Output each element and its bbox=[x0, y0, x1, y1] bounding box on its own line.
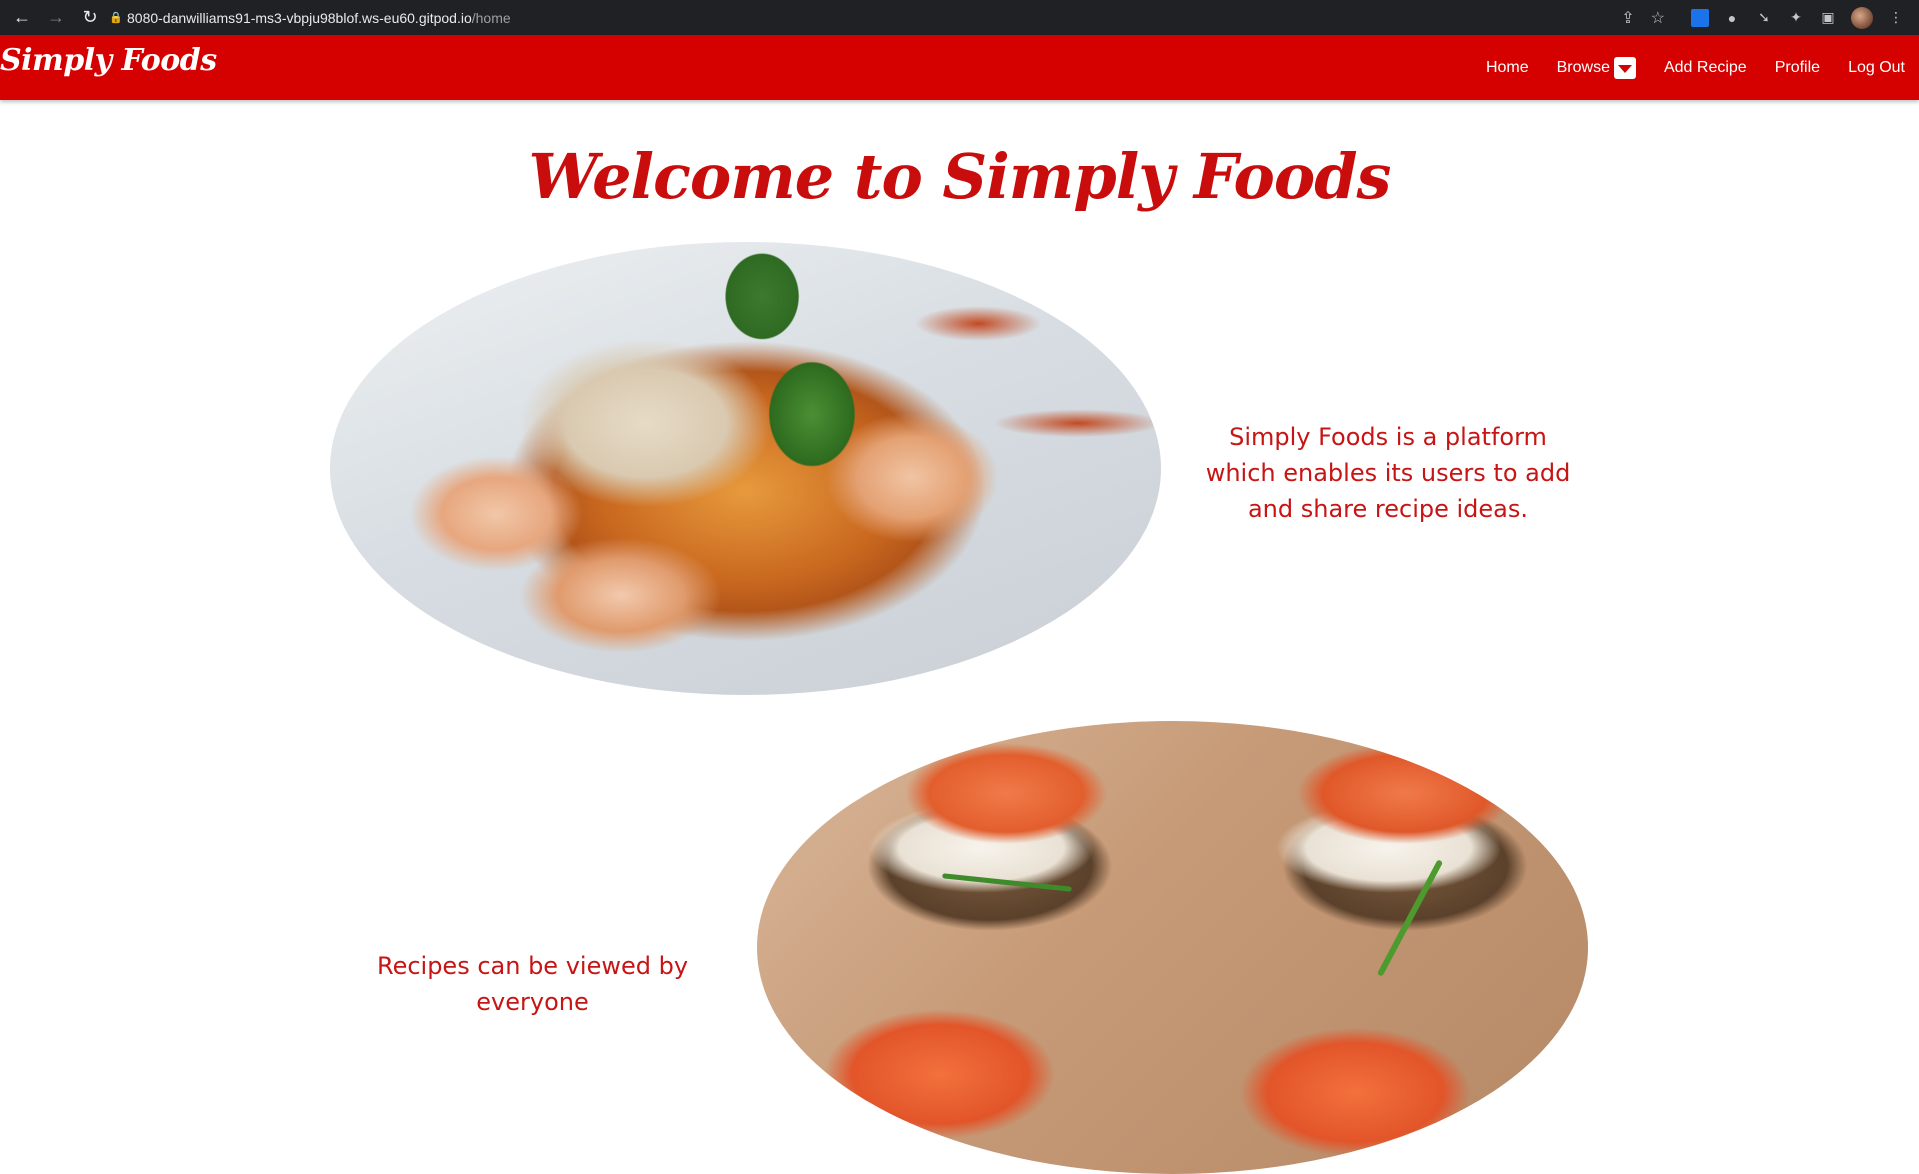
extension-icon[interactable]: ➘ bbox=[1755, 9, 1773, 27]
nav-link-logout[interactable]: Log Out bbox=[1834, 35, 1919, 100]
url-host: 8080-danwilliams91-ms3-vbpju98blof.ws-eu… bbox=[127, 9, 472, 26]
extensions-area: ● ➘ ✦ ▣ ⋮ bbox=[1691, 6, 1919, 29]
chevron-down-icon[interactable] bbox=[1613, 56, 1636, 79]
star-icon[interactable]: ☆ bbox=[1651, 8, 1665, 28]
address-bar[interactable]: 🔒 8080-danwilliams91-ms3-vbpju98blof.ws-… bbox=[105, 3, 1679, 32]
nav-link-home[interactable]: Home bbox=[1472, 35, 1543, 100]
extension-icon[interactable]: ● bbox=[1723, 9, 1741, 27]
avatar[interactable] bbox=[1851, 6, 1873, 29]
reload-icon[interactable]: ↻ bbox=[76, 4, 104, 32]
food-image-salmon bbox=[757, 721, 1588, 1174]
page-title: Welcome to Simply Foods bbox=[528, 140, 1392, 213]
nav-link-add-recipe[interactable]: Add Recipe bbox=[1650, 35, 1761, 100]
brand-logo[interactable]: Simply Foods bbox=[0, 43, 217, 78]
browser-nav-buttons: ← → ↻ bbox=[0, 4, 105, 32]
lock-icon[interactable]: 🔒 bbox=[105, 11, 127, 24]
url-path: /home bbox=[471, 9, 511, 26]
viewing-text: Recipes can be viewed by everyone bbox=[376, 952, 689, 1016]
intro-text: Simply Foods is a platform which enables… bbox=[1205, 423, 1571, 523]
food-image-pasta bbox=[330, 242, 1161, 695]
nav-link-profile[interactable]: Profile bbox=[1761, 35, 1834, 100]
side-panel-icon[interactable]: ▣ bbox=[1819, 9, 1837, 27]
browser-toolbar: ← → ↻ 🔒 8080-danwilliams91-ms3-vbpju98bl… bbox=[0, 0, 1919, 35]
nav-link-browse-label: Browse bbox=[1556, 58, 1610, 76]
site-navbar: Simply Foods Home Browse Add Recipe Prof… bbox=[0, 35, 1919, 100]
share-icon[interactable]: ⇪ bbox=[1621, 8, 1634, 28]
puzzle-icon[interactable]: ✦ bbox=[1787, 9, 1805, 27]
extension-icon[interactable] bbox=[1691, 8, 1709, 27]
arrow-left-icon[interactable]: ← bbox=[8, 4, 36, 32]
nav-link-browse[interactable]: Browse bbox=[1543, 35, 1650, 100]
kebab-menu-icon[interactable]: ⋮ bbox=[1887, 9, 1905, 27]
nav-links: Home Browse Add Recipe Profile Log Out bbox=[1472, 35, 1919, 100]
arrow-right-icon[interactable]: → bbox=[42, 4, 70, 32]
